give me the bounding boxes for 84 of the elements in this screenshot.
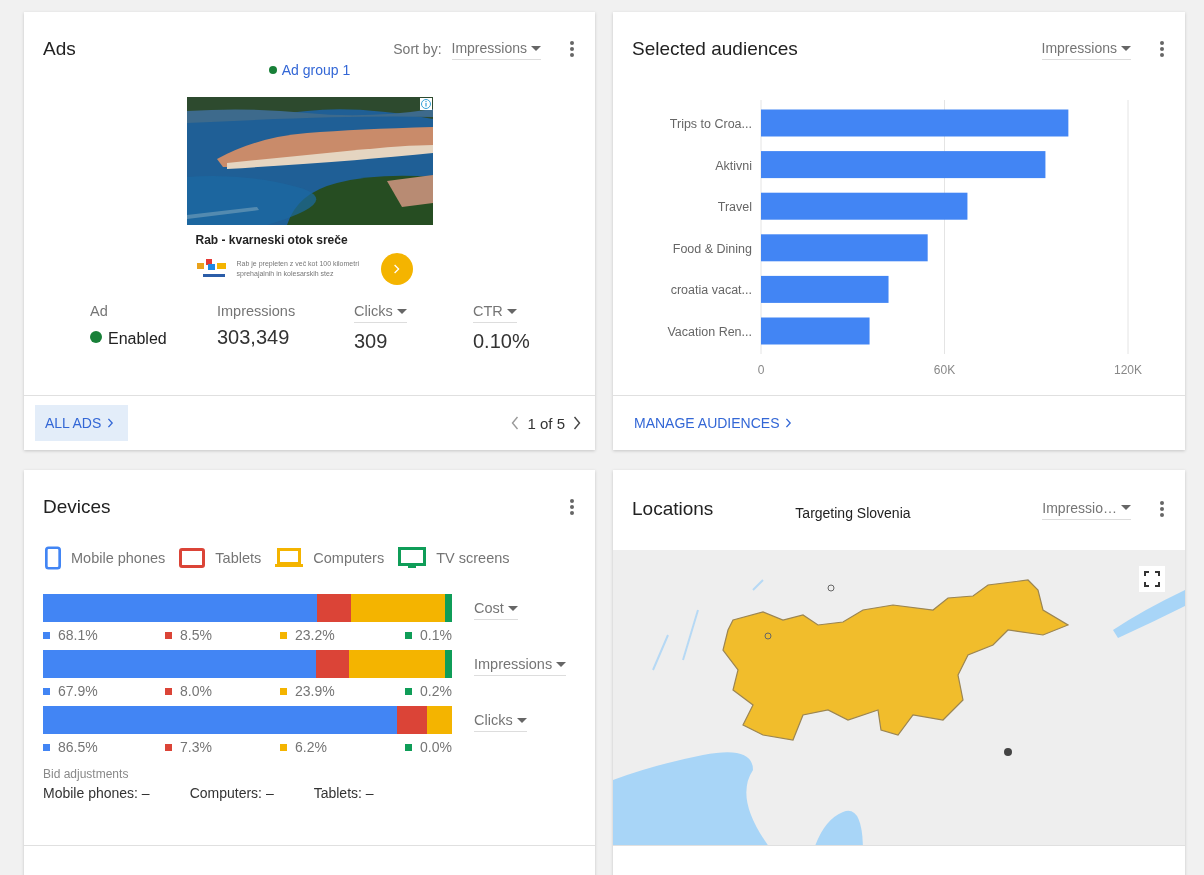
ad-group-link[interactable]: Ad group 1 (281, 62, 351, 78)
bar[interactable] (761, 317, 870, 345)
next-icon[interactable] (573, 416, 581, 430)
fullscreen-button[interactable] (1139, 566, 1165, 593)
share-value: 0.2% (420, 683, 452, 699)
manage-audiences-link[interactable]: MANAGE AUDIENCES (634, 411, 793, 435)
card-title: Selected audiences (632, 38, 798, 60)
more-icon[interactable] (1159, 499, 1165, 518)
bar[interactable] (761, 192, 968, 220)
axis-tick-label: 0 (757, 363, 765, 377)
more-icon[interactable] (1159, 40, 1165, 58)
share-value: 7.3% (180, 739, 212, 755)
metric-dropdown[interactable]: Clicks (474, 710, 527, 732)
bid-adjustment: Computers: – (189, 785, 274, 801)
category-label: Aktivni (715, 158, 752, 173)
bid-adjustment: Tablets: – (313, 785, 374, 801)
share-value: 8.0% (180, 683, 212, 699)
card-title: Locations (632, 497, 714, 520)
chevron-icon (107, 418, 115, 428)
category-label: Vacation Ren... (667, 325, 752, 339)
share-value: 8.5% (180, 627, 212, 643)
stat-value: 303,349 (217, 326, 290, 349)
share-value: 67.9% (58, 683, 98, 699)
axis-tick-label: 60K (933, 363, 956, 377)
legend-swatch (280, 743, 287, 751)
targeting-text: Targeting Slovenia (795, 504, 911, 521)
legend-swatch (43, 687, 50, 695)
card-title: Devices (43, 496, 111, 518)
bar-segment (426, 706, 452, 734)
metric-dropdown[interactable]: Impressions (1041, 38, 1131, 60)
legend-swatch (405, 743, 413, 751)
column-dropdown[interactable]: CTR (473, 301, 517, 323)
axis-tick-label: 120K (1114, 363, 1142, 377)
page-indicator: 1 of 5 (527, 414, 565, 432)
share-value: 0.1% (420, 627, 452, 643)
legend-swatch (165, 743, 172, 751)
sort-label: Sort by: (393, 41, 442, 57)
column-label: Ad (90, 302, 108, 319)
next-button[interactable] (380, 253, 413, 285)
more-icon[interactable] (569, 498, 575, 516)
legend-swatch (405, 631, 413, 639)
category-label: croatia vacat... (670, 283, 752, 298)
share-value: 23.2% (295, 627, 335, 643)
chevron-icon (785, 418, 793, 428)
bar[interactable] (761, 234, 928, 262)
card-title: Ads (43, 38, 76, 60)
metric-dropdown[interactable]: Impressio… (1042, 497, 1131, 520)
legend-label: TV screens (436, 550, 510, 566)
column-label: Impressions (217, 302, 296, 319)
category-label: Trips to Croa... (669, 117, 752, 131)
previous-icon[interactable] (511, 416, 520, 430)
status-text: Enabled (108, 329, 167, 348)
chevron-icon (392, 264, 401, 274)
category-label: Food & Dining (672, 241, 752, 256)
metric-dropdown[interactable]: Cost (474, 598, 518, 620)
legend-swatch (43, 631, 50, 639)
column-dropdown[interactable]: Clicks (354, 301, 407, 323)
share-value: 68.1% (58, 627, 98, 643)
legend-swatch (280, 687, 287, 695)
category-label: Travel (717, 200, 752, 215)
bar[interactable] (761, 151, 1046, 179)
legend-swatch (280, 631, 287, 639)
legend-swatch (405, 687, 413, 695)
bar[interactable] (761, 275, 889, 303)
legend-swatch (43, 743, 50, 751)
more-icon[interactable] (569, 40, 575, 58)
all-ads-button[interactable]: ALL ADS (35, 405, 129, 441)
legend-swatch (165, 687, 172, 695)
share-value: 0.0% (420, 739, 452, 755)
share-value: 23.9% (295, 683, 335, 699)
bid-adjustment: Mobile phones: – (43, 785, 150, 801)
legend-label: Computers (313, 550, 385, 566)
bid-adjustments-label: Bid adjustments (43, 767, 130, 781)
bar[interactable] (761, 109, 1069, 137)
share-value: 6.2% (295, 739, 327, 755)
metric-dropdown[interactable]: Impressions (474, 654, 567, 676)
legend-label: Mobile phones (71, 550, 166, 566)
share-value: 86.5% (58, 739, 98, 755)
ad-headline[interactable]: Rab - kvarneski otok sreče (195, 233, 433, 247)
sort-dropdown[interactable]: Impressions (451, 38, 541, 60)
stat-value: 309 (354, 330, 388, 353)
legend-label: Tablets (215, 550, 262, 566)
stat-value: 0.10% (473, 330, 530, 353)
legend-swatch (165, 631, 172, 639)
